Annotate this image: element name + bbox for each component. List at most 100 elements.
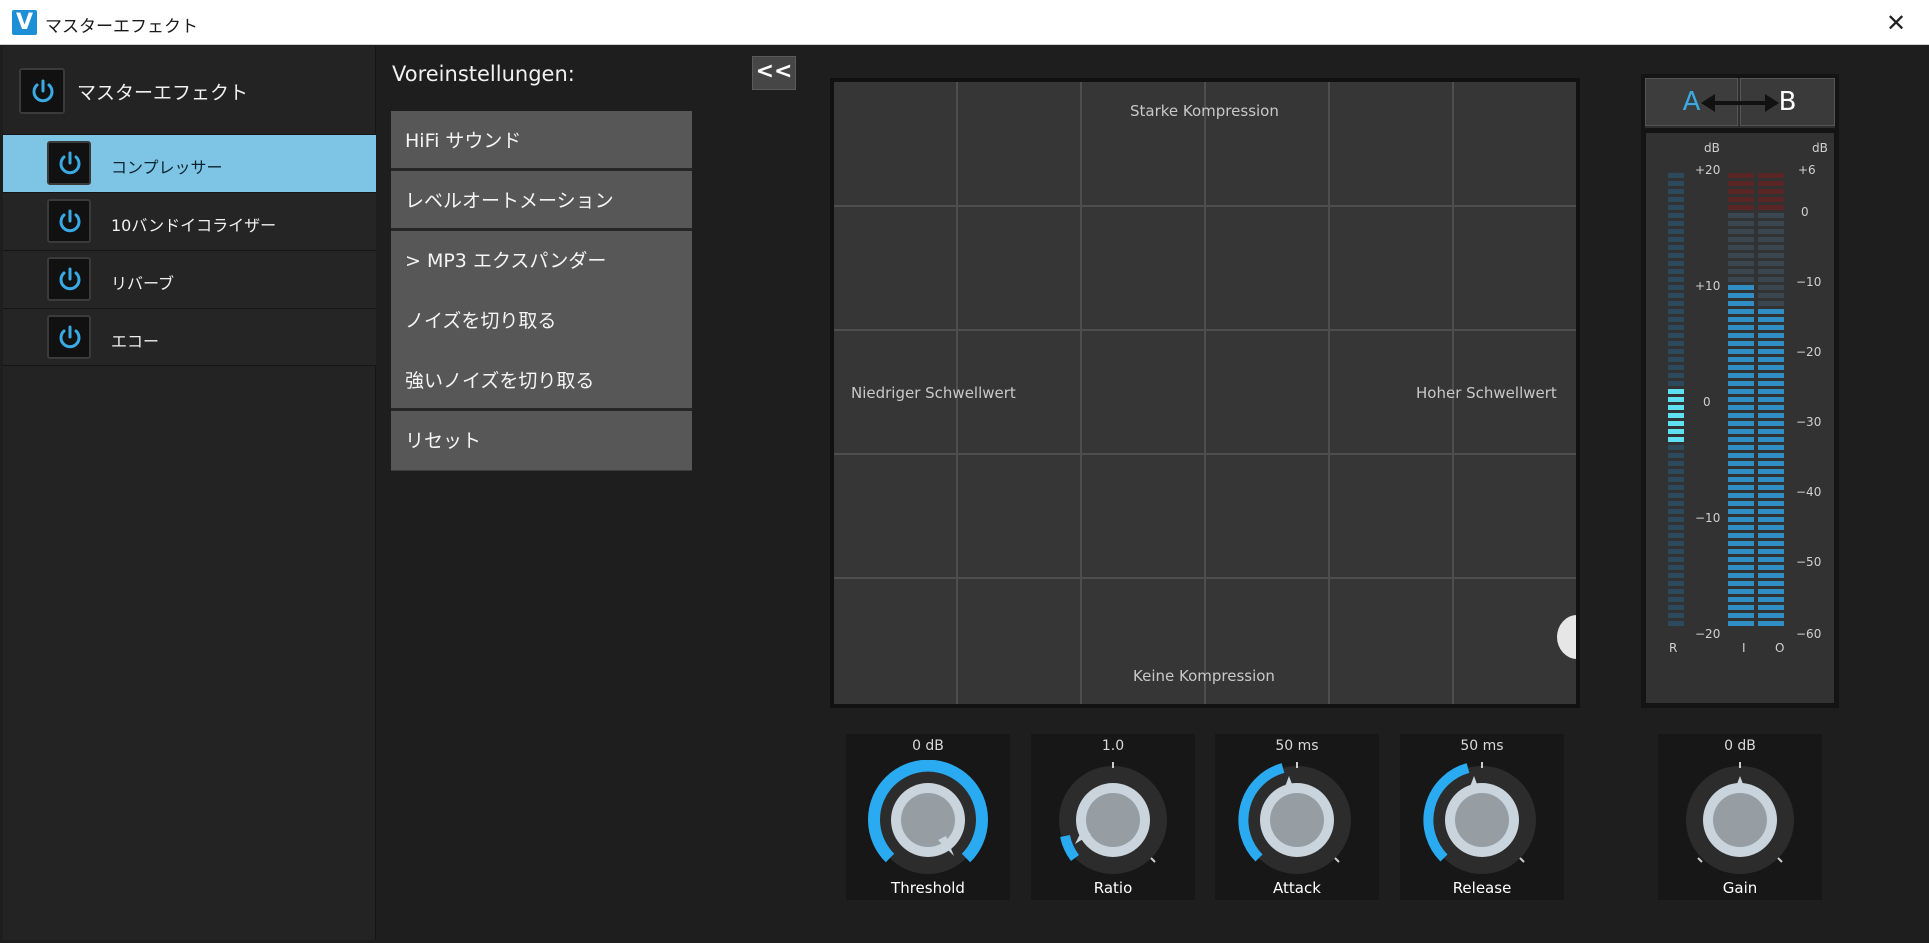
compressor-power-button[interactable]: [47, 141, 91, 185]
threshold-knob[interactable]: [868, 760, 988, 880]
effects-panel: マスターエフェクト コンプレッサー 10バンドイコライザー リバーブ エコー: [3, 46, 376, 940]
scale-right: −20: [1796, 345, 1822, 359]
meter-segment: [1728, 261, 1754, 266]
meter-segment: [1758, 341, 1784, 346]
meter-segment: [1728, 477, 1754, 482]
preset-item[interactable]: レベルオートメーション: [391, 171, 692, 231]
meter-segment: [1728, 341, 1754, 346]
meter-segment: [1728, 405, 1754, 410]
meter-segment: [1758, 293, 1784, 298]
preset-item[interactable]: > MP3 エクスパンダー: [391, 231, 692, 291]
preset-item[interactable]: HiFi サウンド: [391, 111, 692, 171]
meter-segment: [1668, 589, 1684, 594]
meter-segment: [1668, 325, 1684, 330]
meter-segment: [1758, 317, 1784, 322]
meter-segment: [1728, 349, 1754, 354]
meter-segment: [1668, 173, 1684, 178]
meter-segment: [1728, 197, 1754, 202]
meter-segment: [1728, 597, 1754, 602]
meter-segment: [1728, 541, 1754, 546]
meter-segment: [1758, 205, 1784, 210]
echo-power-button[interactable]: [47, 315, 91, 359]
meter-segment: [1758, 613, 1784, 618]
meter-segment: [1728, 445, 1754, 450]
meter-segment: [1758, 477, 1784, 482]
meter-segment: [1758, 357, 1784, 362]
effect-item-equalizer[interactable]: 10バンドイコライザー: [3, 192, 376, 250]
meter-segment: [1758, 469, 1784, 474]
scale-left: −20: [1695, 627, 1721, 641]
master-power-button[interactable]: [19, 68, 65, 114]
effect-item-reverb[interactable]: リバーブ: [3, 250, 376, 308]
meter-segment: [1758, 189, 1784, 194]
meter-segment: [1758, 181, 1784, 186]
release-knob[interactable]: [1422, 760, 1542, 880]
close-button[interactable]: ✕: [1881, 8, 1911, 38]
meter-segment: [1668, 389, 1684, 394]
ab-switch[interactable]: A B: [1645, 78, 1835, 128]
meter-segment: [1668, 525, 1684, 530]
meter-segment: [1758, 557, 1784, 562]
meter-segment: [1728, 269, 1754, 274]
meter-segment: [1668, 405, 1684, 410]
meter-segment: [1728, 525, 1754, 530]
equalizer-power-button[interactable]: [47, 199, 91, 243]
preset-list: HiFi サウンド レベルオートメーション > MP3 エクスパンダー ノイズを…: [391, 111, 692, 471]
meter-segment: [1668, 333, 1684, 338]
meter-segment: [1668, 357, 1684, 362]
meter-segment: [1728, 549, 1754, 554]
meter-segment: [1758, 309, 1784, 314]
meter-segment: [1758, 253, 1784, 258]
effect-item-compressor[interactable]: コンプレッサー: [3, 134, 376, 192]
meter-segment: [1758, 445, 1784, 450]
threshold-control: 0 dB Threshold: [846, 734, 1010, 900]
meter-segment: [1728, 501, 1754, 506]
attack-knob[interactable]: [1237, 760, 1357, 880]
meter-segment: [1728, 573, 1754, 578]
meter-segment: [1668, 309, 1684, 314]
collapse-panel-button[interactable]: <<: [752, 56, 796, 90]
meter-segment: [1728, 557, 1754, 562]
meter-segment: [1728, 189, 1754, 194]
reverb-power-button[interactable]: [47, 257, 91, 301]
graph-top-label: Starke Kompression: [1130, 102, 1279, 120]
meter-segment: [1728, 509, 1754, 514]
meter-segment: [1668, 277, 1684, 282]
meter-segment: [1668, 453, 1684, 458]
meter-segment: [1668, 613, 1684, 618]
meter-segment: [1668, 445, 1684, 450]
meter-segment: [1758, 429, 1784, 434]
meter-segment: [1728, 205, 1754, 210]
effect-item-echo[interactable]: エコー: [3, 308, 376, 366]
meter-segment: [1728, 277, 1754, 282]
meter-segment: [1668, 533, 1684, 538]
meter-segment: [1728, 589, 1754, 594]
meter-segment: [1758, 605, 1784, 610]
master-effects-row: マスターエフェクト: [3, 46, 376, 134]
preset-item[interactable]: ノイズを切り取る: [391, 291, 692, 351]
compression-graph[interactable]: Starke Kompression Keine Kompression Nie…: [830, 78, 1580, 708]
meter-segment: [1728, 373, 1754, 378]
meter-segment: [1728, 381, 1754, 386]
presets-title: Voreinstellungen:: [392, 62, 575, 86]
gain-knob[interactable]: [1680, 760, 1800, 880]
meter-segment: [1728, 221, 1754, 226]
meter-segment: [1758, 221, 1784, 226]
meter-segment: [1668, 549, 1684, 554]
preset-item[interactable]: 強いノイズを切り取る: [391, 351, 692, 411]
preset-item[interactable]: リセット: [391, 411, 692, 471]
meter-segment: [1728, 317, 1754, 322]
meter-segment: [1728, 301, 1754, 306]
master-effects-label: マスターエフェクト: [77, 82, 249, 104]
channel-o-label: O: [1775, 641, 1785, 655]
meter-segment: [1758, 573, 1784, 578]
db-label-left: dB: [1704, 141, 1720, 155]
ratio-label: Ratio: [1093, 879, 1133, 897]
ratio-knob[interactable]: [1053, 760, 1173, 880]
meter-segment: [1758, 621, 1784, 626]
meter-segment: [1668, 349, 1684, 354]
meter-segment: [1668, 485, 1684, 490]
meter-segment: [1668, 293, 1684, 298]
meter-segment: [1758, 229, 1784, 234]
meter-segment: [1758, 333, 1784, 338]
